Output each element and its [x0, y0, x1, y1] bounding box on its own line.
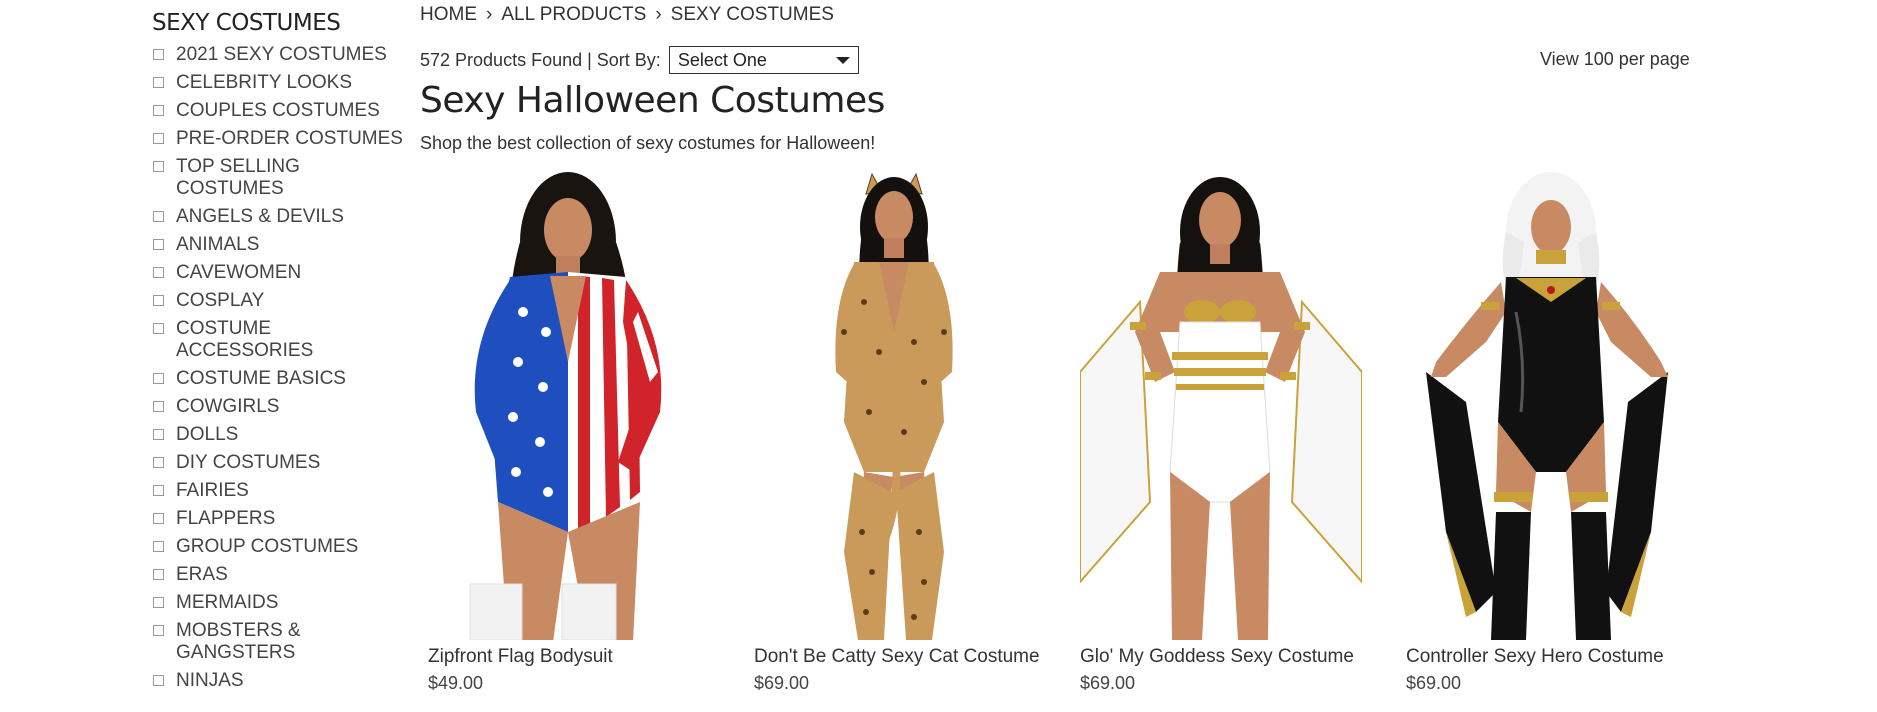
category-item-fairies[interactable]: FAIRIES: [152, 480, 407, 502]
category-item-angels-devils[interactable]: ANGELS & DEVILS: [152, 206, 407, 228]
category-label: CELEBRITY LOOKS: [176, 72, 352, 93]
product-card[interactable]: Controller Sexy Hero Costume $69.00: [1406, 172, 1706, 693]
category-label: COWGIRLS: [176, 396, 280, 417]
category-checkbox[interactable]: [153, 675, 164, 686]
category-item-dolls[interactable]: DOLLS: [152, 424, 407, 446]
category-checkbox[interactable]: [153, 239, 164, 250]
category-label: DIY COSTUMES: [176, 452, 321, 473]
category-checkbox[interactable]: [153, 401, 164, 412]
category-item-cosplay[interactable]: COSPLAY: [152, 290, 407, 312]
breadcrumb-separator: ›: [486, 4, 493, 25]
category-list: 2021 SEXY COSTUMES CELEBRITY LOOKS COUPL…: [152, 44, 407, 692]
category-checkbox[interactable]: [153, 457, 164, 468]
category-label: MOBSTERS & GANGSTERS: [176, 620, 301, 663]
product-card[interactable]: Zipfront Flag Bodysuit $49.00: [428, 172, 728, 693]
category-label: PRE-ORDER COSTUMES: [176, 128, 403, 149]
product-price: $69.00: [754, 673, 810, 693]
category-checkbox[interactable]: [153, 597, 164, 608]
category-label: COSTUME BASICS: [176, 368, 346, 389]
product-image-flag-bodysuit[interactable]: [428, 172, 710, 640]
product-image-cat-costume[interactable]: [754, 172, 1036, 640]
category-label: GROUP COSTUMES: [176, 536, 359, 557]
sidebar-title: SEXY COSTUMES: [152, 10, 341, 36]
product-name[interactable]: Glo' My Goddess Sexy Costume: [1080, 646, 1354, 668]
category-checkbox[interactable]: [153, 49, 164, 60]
results-toolbar: 572 Products Found | Sort By: Select One: [420, 46, 859, 74]
category-item-group-costumes[interactable]: GROUP COSTUMES: [152, 536, 407, 558]
category-checkbox[interactable]: [153, 323, 164, 334]
product-card[interactable]: Glo' My Goddess Sexy Costume $69.00: [1080, 172, 1380, 693]
category-item-cowgirls[interactable]: COWGIRLS: [152, 396, 407, 418]
category-item-eras[interactable]: ERAS: [152, 564, 407, 586]
breadcrumb-separator: ›: [655, 4, 662, 25]
product-name[interactable]: Controller Sexy Hero Costume: [1406, 646, 1664, 668]
category-label: COSTUME ACCESSORIES: [176, 318, 314, 361]
category-item-costume-basics[interactable]: COSTUME BASICS: [152, 368, 407, 390]
chevron-down-icon: [835, 56, 850, 64]
product-price: $69.00: [1080, 673, 1136, 693]
product-image-hero-costume[interactable]: [1406, 172, 1688, 640]
product-price: $69.00: [1406, 673, 1462, 693]
breadcrumb-all-products[interactable]: ALL PRODUCTS: [501, 4, 646, 25]
category-sidebar: SEXY COSTUMES 2021 SEXY COSTUMES CELEBRI…: [152, 8, 407, 698]
product-image-goddess-costume[interactable]: [1080, 172, 1362, 640]
product-price: $49.00: [428, 673, 484, 693]
category-label: FAIRIES: [176, 480, 249, 501]
page-subtitle: Shop the best collection of sexy costume…: [420, 133, 876, 153]
category-item-pre-order-costumes[interactable]: PRE-ORDER COSTUMES: [152, 128, 407, 150]
category-checkbox[interactable]: [153, 625, 164, 636]
category-checkbox[interactable]: [153, 569, 164, 580]
category-label: ANIMALS: [176, 234, 260, 255]
product-name[interactable]: Zipfront Flag Bodysuit: [428, 646, 613, 668]
category-checkbox[interactable]: [153, 541, 164, 552]
category-label: ERAS: [176, 564, 228, 585]
category-item-costume-accessories[interactable]: COSTUME ACCESSORIES: [152, 318, 407, 362]
results-count: 572 Products Found | Sort By:: [420, 49, 661, 70]
category-item-flappers[interactable]: FLAPPERS: [152, 508, 407, 530]
category-item-couples-costumes[interactable]: COUPLES COSTUMES: [152, 100, 407, 122]
category-item-2021-sexy-costumes[interactable]: 2021 SEXY COSTUMES: [152, 44, 407, 66]
breadcrumb-current[interactable]: SEXY COSTUMES: [671, 4, 834, 25]
category-label: MERMAIDS: [176, 592, 279, 613]
page-title: Sexy Halloween Costumes: [420, 80, 885, 121]
sort-select[interactable]: Select One: [668, 46, 859, 74]
category-item-mermaids[interactable]: MERMAIDS: [152, 592, 407, 614]
category-checkbox[interactable]: [153, 133, 164, 144]
category-checkbox[interactable]: [153, 77, 164, 88]
category-label: COSPLAY: [176, 290, 265, 311]
category-checkbox[interactable]: [153, 295, 164, 306]
category-checkbox[interactable]: [153, 105, 164, 116]
category-label: ANGELS & DEVILS: [176, 206, 344, 227]
category-item-diy-costumes[interactable]: DIY COSTUMES: [152, 452, 407, 474]
category-item-top-selling-costumes[interactable]: TOP SELLING COSTUMES: [152, 156, 407, 200]
category-label: 2021 SEXY COSTUMES: [176, 44, 387, 65]
category-item-animals[interactable]: ANIMALS: [152, 234, 407, 256]
category-label: CAVEWOMEN: [176, 262, 302, 283]
category-label: DOLLS: [176, 424, 239, 445]
category-item-mobsters-gangsters[interactable]: MOBSTERS & GANGSTERS: [152, 620, 407, 664]
category-label: COUPLES COSTUMES: [176, 100, 380, 121]
category-checkbox[interactable]: [153, 211, 164, 222]
breadcrumb-home[interactable]: HOME: [420, 4, 477, 25]
category-checkbox[interactable]: [153, 429, 164, 440]
category-checkbox[interactable]: [153, 513, 164, 524]
category-checkbox[interactable]: [153, 161, 164, 172]
product-card[interactable]: Don't Be Catty Sexy Cat Costume $69.00: [754, 172, 1054, 693]
category-checkbox[interactable]: [153, 485, 164, 496]
category-label: NINJAS: [176, 670, 244, 691]
product-name[interactable]: Don't Be Catty Sexy Cat Costume: [754, 646, 1040, 668]
category-item-ninjas[interactable]: NINJAS: [152, 670, 407, 692]
category-checkbox[interactable]: [153, 267, 164, 278]
category-item-celebrity-looks[interactable]: CELEBRITY LOOKS: [152, 72, 407, 94]
product-grid: Zipfront Flag Bodysuit $49.00 Don't Be C…: [428, 172, 1728, 712]
category-label: TOP SELLING COSTUMES: [176, 156, 300, 199]
per-page-link[interactable]: View 100 per page: [1540, 49, 1690, 70]
breadcrumb: HOME › ALL PRODUCTS › SEXY COSTUMES: [420, 4, 834, 26]
sort-select-value: Select One: [677, 49, 767, 70]
category-checkbox[interactable]: [153, 373, 164, 384]
category-item-cavewomen[interactable]: CAVEWOMEN: [152, 262, 407, 284]
category-label: FLAPPERS: [176, 508, 276, 529]
